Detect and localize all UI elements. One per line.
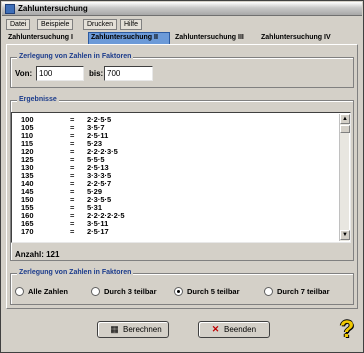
app-icon xyxy=(5,4,15,14)
to-input[interactable]: 700 xyxy=(104,66,153,81)
menu-beispiele[interactable]: Beispiele xyxy=(37,19,74,30)
row-equals: = xyxy=(70,227,75,236)
radio-label: Alle Zahlen xyxy=(28,287,69,296)
close-x-icon: ✕ xyxy=(211,324,220,334)
title-bar[interactable]: Zahluntersuchung xyxy=(2,2,362,16)
filter-group-title: Zerlegung von Zahlen in Faktoren xyxy=(17,268,134,277)
menu-datei[interactable]: Datei xyxy=(6,19,31,30)
result-count: Anzahl: 121 xyxy=(15,250,60,259)
from-label: Von: xyxy=(15,69,33,78)
radio-button-icon[interactable] xyxy=(15,287,24,296)
tab-strip: Zahluntersuchung I Zahluntersuchung II Z… xyxy=(6,32,356,44)
radio-button-icon[interactable] xyxy=(264,287,273,296)
results-group-title: Ergebnisse xyxy=(17,95,59,104)
radio-label: Durch 7 teilbar xyxy=(277,287,330,296)
radio-label: Durch 3 teilbar xyxy=(104,287,157,296)
radio-button-icon[interactable] xyxy=(91,287,100,296)
from-input[interactable]: 100 xyxy=(36,66,84,81)
results-list[interactable]: 100 = 2·2·5·5 105 = 3·5·7 110 = 2·5·11 115 = 5·2… xyxy=(11,112,351,243)
row-factors: 2·5·17 xyxy=(87,227,109,236)
tab-zahluntersuchung-3[interactable]: Zahluntersuchung III xyxy=(173,32,257,44)
radio-label: Durch 5 teilbar xyxy=(187,287,240,296)
beenden-label: Beenden xyxy=(224,325,257,334)
berechnen-label: Berechnen xyxy=(123,325,162,334)
menu-drucken[interactable]: Drucken xyxy=(83,19,118,30)
tab-zahluntersuchung-1[interactable]: Zahluntersuchung I xyxy=(6,32,86,44)
main-window: Zahluntersuchung Datei Beispiele Drucken… xyxy=(0,0,364,353)
vertical-scrollbar[interactable]: ▲ ▼ xyxy=(339,114,350,241)
scroll-down-icon[interactable]: ▼ xyxy=(340,230,350,240)
to-label: bis: xyxy=(89,69,104,78)
button-bar: ▦ Berechnen ✕ Beenden ? xyxy=(2,313,362,351)
scroll-up-icon[interactable]: ▲ xyxy=(340,114,350,124)
berechnen-button[interactable]: ▦ Berechnen xyxy=(97,321,169,338)
range-group-title: Zerlegung von Zahlen in Faktoren xyxy=(17,52,134,61)
menu-hilfe[interactable]: Hilfe xyxy=(120,19,143,30)
radio-button-selected-icon[interactable] xyxy=(174,287,183,296)
beenden-button[interactable]: ✕ Beenden xyxy=(198,321,270,338)
tab-zahluntersuchung-2[interactable]: Zahluntersuchung II xyxy=(88,32,170,44)
scroll-thumb[interactable] xyxy=(340,125,350,133)
window-title: Zahluntersuchung xyxy=(18,4,88,13)
calculator-icon: ▦ xyxy=(110,324,119,334)
tab-zahluntersuchung-4[interactable]: Zahluntersuchung IV xyxy=(259,32,341,44)
menu-bar: Datei Beispiele Drucken Hilfe xyxy=(2,17,362,31)
row-number: 170 xyxy=(21,227,34,236)
help-question-icon[interactable]: ? xyxy=(337,317,357,343)
